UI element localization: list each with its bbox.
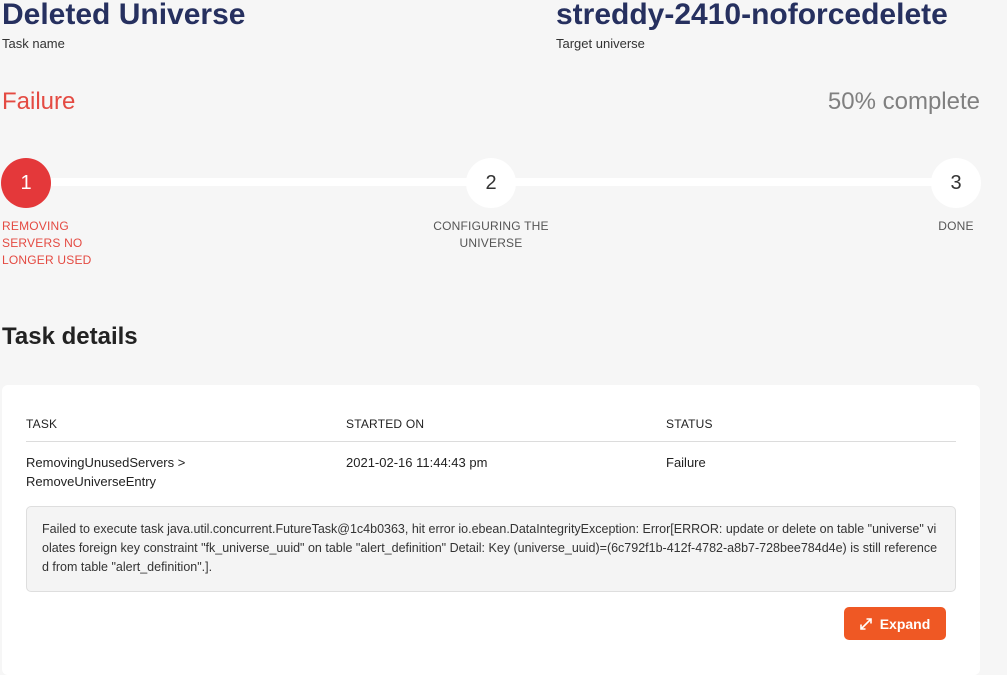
step-1-circle: 1 — [1, 158, 51, 208]
expand-arrows-icon — [859, 617, 872, 630]
task-details-card: TASK STARTED ON STATUS RemovingUnusedSer… — [2, 385, 980, 675]
column-header-task: TASK — [26, 417, 58, 431]
step-2-circle: 2 — [466, 158, 516, 208]
task-cell: RemovingUnusedServers > RemoveUniverseEn… — [26, 455, 186, 489]
target-universe-label: Target universe — [556, 36, 645, 51]
column-header-status: STATUS — [666, 417, 713, 431]
task-details-title: Task details — [2, 323, 138, 350]
table-divider — [26, 441, 956, 442]
step-1-label: REMOVING SERVERS NO LONGER USED — [2, 219, 92, 267]
started-on-cell: 2021-02-16 11:44:43 pm — [346, 455, 488, 470]
task-status: Failure — [2, 88, 76, 115]
step-3-circle: 3 — [931, 158, 981, 208]
error-message-box: Failed to execute task java.util.concurr… — [26, 506, 956, 592]
error-message-text: Failed to execute task java.util.concurr… — [42, 522, 938, 574]
target-universe: streddy-2410-noforcedelete — [556, 0, 948, 31]
progress-percent: 50% complete — [827, 88, 980, 115]
column-header-started-on: STARTED ON — [346, 417, 425, 431]
task-name-label: Task name — [2, 36, 65, 51]
task-name: Deleted Universe — [2, 0, 246, 31]
expand-button-label: Expand — [879, 615, 931, 632]
expand-button[interactable]: Expand — [844, 607, 946, 640]
status-cell: Failure — [666, 455, 706, 470]
step-2-label: CONFIGURING THE UNIVERSE — [433, 219, 549, 250]
step-3-label: DONE — [938, 219, 974, 233]
